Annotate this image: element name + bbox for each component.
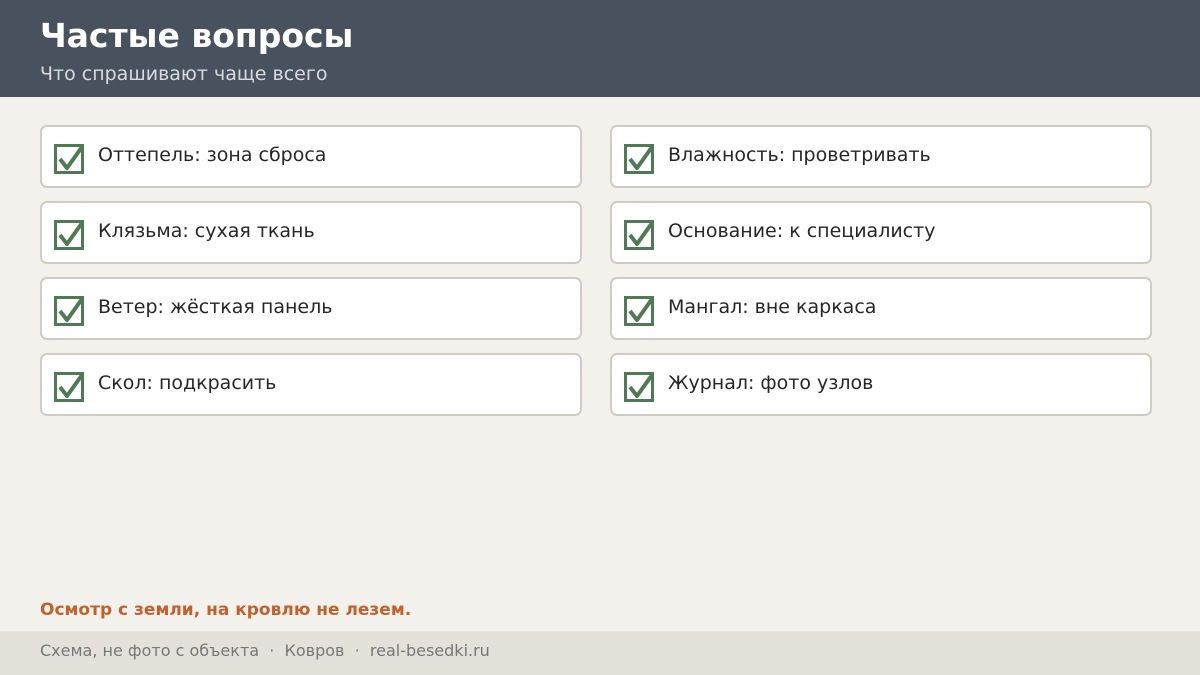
faq-item: Влажность: проветривать bbox=[610, 125, 1152, 188]
footer-text: Схема, не фото с объекта · Ковров · real… bbox=[40, 641, 490, 660]
faq-item: Скол: подкрасить bbox=[40, 353, 582, 416]
page-title: Частые вопросы bbox=[40, 16, 354, 55]
footer-bar: Схема, не фото с объекта · Ковров · real… bbox=[0, 631, 1200, 675]
faq-item-label: Клязьма: сухая ткань bbox=[98, 220, 315, 242]
faq-item-label: Влажность: проветривать bbox=[668, 144, 931, 166]
faq-item: Мангал: вне каркаса bbox=[610, 277, 1152, 340]
faq-item-label: Журнал: фото узлов bbox=[668, 372, 874, 394]
faq-item: Основание: к специалисту bbox=[610, 201, 1152, 264]
checkbox-checked-icon bbox=[624, 144, 654, 174]
checkbox-checked-icon bbox=[624, 372, 654, 402]
faq-item: Оттепель: зона сброса bbox=[40, 125, 582, 188]
faq-item-label: Основание: к специалисту bbox=[668, 220, 936, 242]
checkbox-checked-icon bbox=[624, 220, 654, 250]
faq-item: Клязьма: сухая ткань bbox=[40, 201, 582, 264]
header-bar: Частые вопросы Что спрашивают чаще всего bbox=[0, 0, 1200, 97]
checkbox-checked-icon bbox=[624, 296, 654, 326]
page-subtitle: Что спрашивают чаще всего bbox=[40, 63, 328, 85]
faq-item-label: Оттепель: зона сброса bbox=[98, 144, 327, 166]
faq-item-label: Мангал: вне каркаса bbox=[668, 296, 877, 318]
checkbox-checked-icon bbox=[54, 144, 84, 174]
faq-item-label: Скол: подкрасить bbox=[98, 372, 277, 394]
faq-item-label: Ветер: жёсткая панель bbox=[98, 296, 333, 318]
checkbox-checked-icon bbox=[54, 220, 84, 250]
faq-item: Ветер: жёсткая панель bbox=[40, 277, 582, 340]
checkbox-checked-icon bbox=[54, 296, 84, 326]
faq-item: Журнал: фото узлов bbox=[610, 353, 1152, 416]
safety-note: Осмотр с земли, на кровлю не лезем. bbox=[40, 600, 412, 620]
checkbox-checked-icon bbox=[54, 372, 84, 402]
